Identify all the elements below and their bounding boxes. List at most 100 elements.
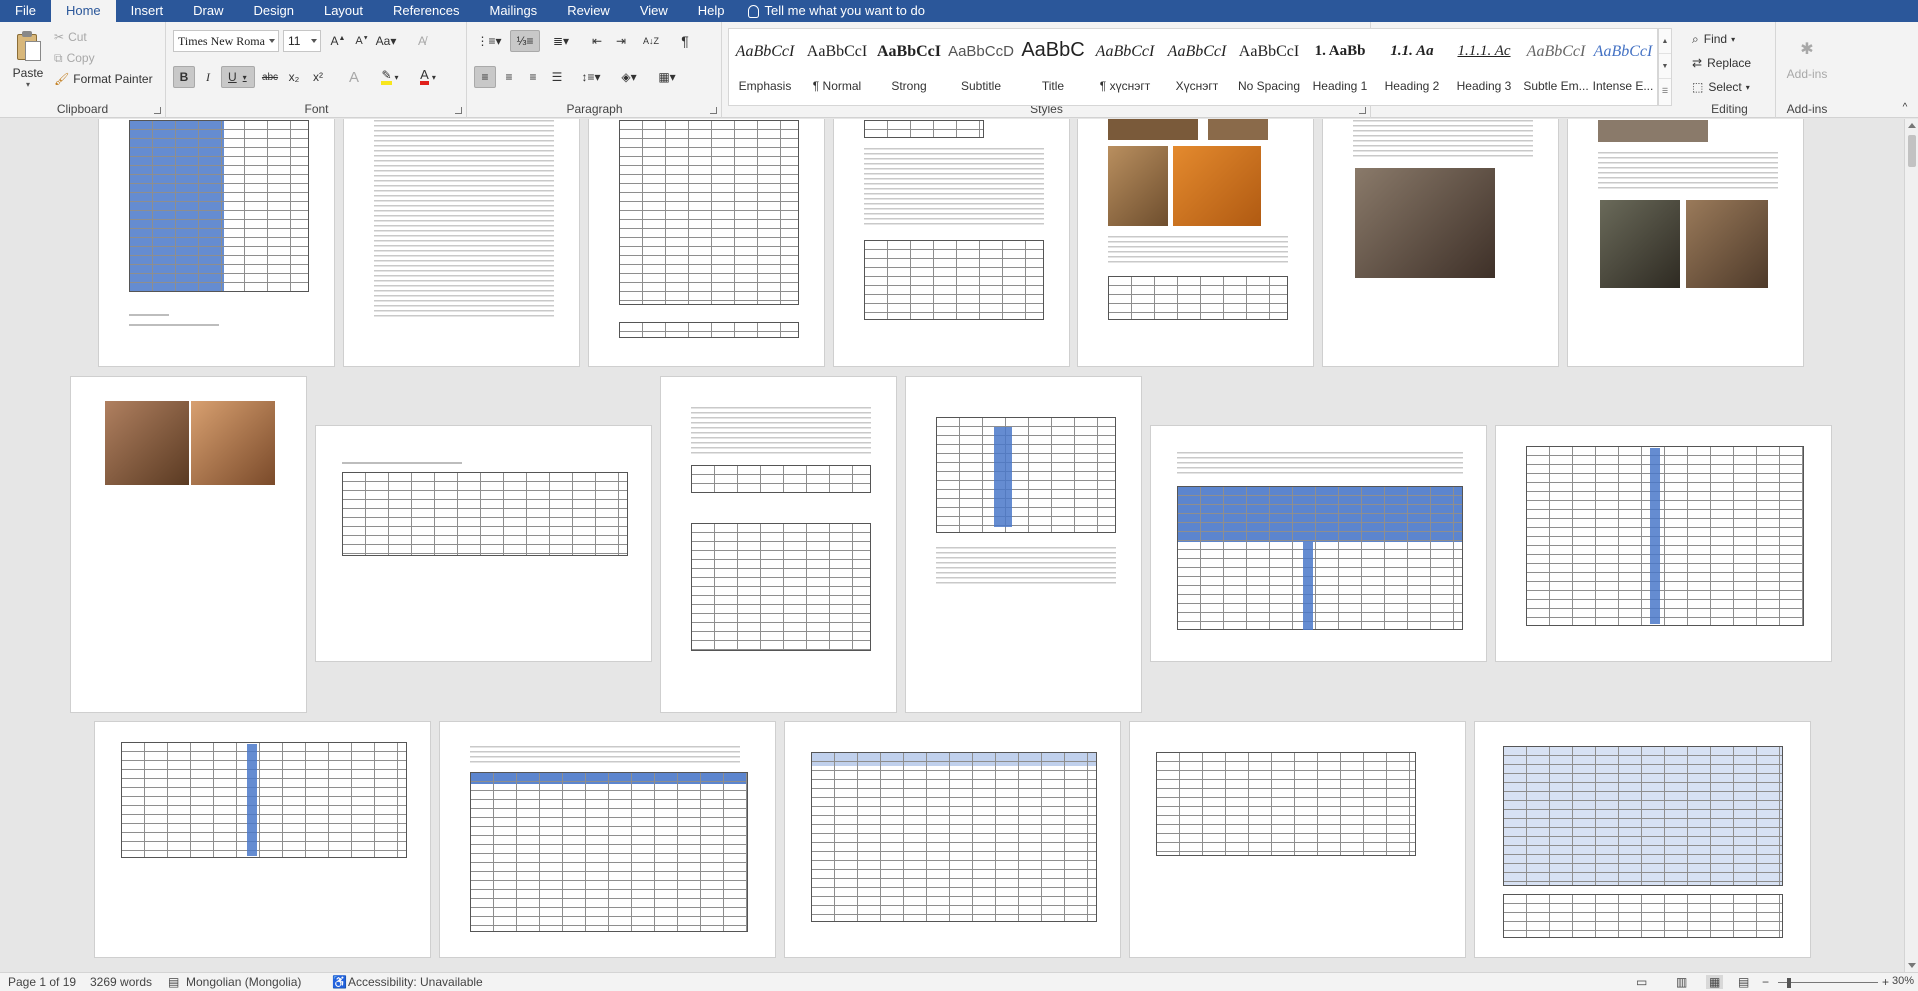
style-title[interactable]: AaBbC Title [1017, 29, 1089, 105]
paste-button[interactable]: Paste ▾ [8, 30, 48, 94]
style-heading-2[interactable]: 1.1. Aa Heading 2 [1376, 29, 1448, 105]
numbering-button[interactable]: ⅓≡ [510, 30, 540, 52]
read-mode-icon[interactable]: ▥ [1676, 975, 1687, 989]
font-color-button[interactable]: A ▾ [411, 66, 445, 88]
style-subtle-emphasis[interactable]: AaBbCcI Subtle Em... [1520, 29, 1592, 105]
document-page[interactable] [1567, 119, 1804, 367]
document-page-landscape[interactable] [315, 425, 652, 662]
format-painter-button[interactable]: 🖌 Format Painter [54, 70, 153, 88]
style-heading-3[interactable]: 1.1.1. Ac Heading 3 [1448, 29, 1520, 105]
style-no-spacing[interactable]: AaBbCcI No Spacing [1233, 29, 1305, 105]
page-count[interactable]: Page 1 of 19 [8, 975, 76, 989]
zoom-slider[interactable] [1778, 982, 1878, 983]
document-page[interactable] [660, 376, 897, 713]
text-effects-button[interactable]: A [343, 66, 365, 88]
bullets-button[interactable]: ⋮≡▾ [474, 30, 504, 52]
language-indicator[interactable]: Mongolian (Mongolia) [186, 975, 301, 989]
shading-button[interactable]: ◈▾ [614, 66, 644, 88]
style-strong[interactable]: AaBbCcI Strong [873, 29, 945, 105]
increase-indent-button[interactable]: ⇥ [610, 30, 632, 52]
styles-launcher-icon[interactable] [1359, 107, 1366, 114]
copy-button[interactable]: ⧉ Copy [54, 49, 95, 67]
align-center-button[interactable]: ≡ [498, 66, 520, 88]
collapse-ribbon-button[interactable]: ^ [1898, 100, 1912, 114]
tab-view[interactable]: View [625, 0, 683, 22]
tab-mailings[interactable]: Mailings [475, 0, 553, 22]
style-khusnegt[interactable]: AaBbCcI Хүснэгт [1161, 29, 1233, 105]
document-page-landscape[interactable] [784, 721, 1121, 958]
document-page-landscape[interactable] [1495, 425, 1832, 662]
tab-insert[interactable]: Insert [116, 0, 179, 22]
chevron-down-icon[interactable]: ▼ [1659, 54, 1671, 79]
font-family-select[interactable]: Times New Roma [173, 30, 279, 52]
tab-draw[interactable]: Draw [178, 0, 238, 22]
document-page[interactable] [70, 376, 307, 713]
scroll-up-icon[interactable] [1908, 123, 1916, 128]
zoom-slider-handle[interactable] [1787, 978, 1792, 988]
zoom-level[interactable]: 30% [1892, 975, 1914, 987]
document-page-landscape[interactable] [94, 721, 431, 958]
clear-formatting-button[interactable]: A̸ [411, 30, 433, 52]
zoom-in-icon[interactable]: + [1882, 975, 1889, 989]
gallery-scroll[interactable]: ▲ ▼ ☰ [1658, 28, 1672, 106]
italic-button[interactable]: I [197, 66, 219, 88]
bold-button[interactable]: B [173, 66, 195, 88]
document-area[interactable] [0, 119, 1904, 972]
document-page[interactable] [343, 119, 580, 367]
tab-file[interactable]: File [0, 0, 51, 22]
tab-layout[interactable]: Layout [309, 0, 378, 22]
sort-button[interactable]: A↓Z [640, 30, 662, 52]
zoom-out-icon[interactable]: − [1762, 975, 1769, 989]
document-page[interactable] [833, 119, 1070, 367]
font-size-select[interactable]: 11 [283, 30, 321, 52]
highlight-button[interactable]: ✎ ▾ [373, 66, 407, 88]
align-left-button[interactable]: ≡ [474, 66, 496, 88]
document-page-landscape[interactable] [439, 721, 776, 958]
web-layout-icon[interactable]: ▤ [1738, 975, 1749, 989]
print-layout-icon[interactable]: ▦ [1706, 975, 1724, 989]
tab-design[interactable]: Design [239, 0, 309, 22]
borders-button[interactable]: ▦▾ [652, 66, 682, 88]
change-case-button[interactable]: Aa▾ [375, 30, 397, 52]
document-page-landscape[interactable] [1150, 425, 1487, 662]
decrease-indent-button[interactable]: ⇤ [586, 30, 608, 52]
shrink-font-button[interactable]: A▼ [351, 30, 373, 52]
document-page[interactable] [1077, 119, 1314, 367]
replace-button[interactable]: ⇄ Replace [1692, 54, 1751, 72]
tell-me-search[interactable]: Tell me what you want to do [747, 0, 925, 22]
focus-mode-icon[interactable]: ▭ [1636, 975, 1647, 989]
cut-button[interactable]: ✂ Cut [54, 28, 87, 46]
proofing-icon[interactable]: ▤ [168, 975, 179, 989]
font-launcher-icon[interactable] [455, 107, 462, 114]
strikethrough-button[interactable]: abc [259, 66, 281, 88]
multilevel-list-button[interactable]: ≣▾ [546, 30, 576, 52]
word-count[interactable]: 3269 words [90, 975, 152, 989]
chevron-up-icon[interactable]: ▲ [1659, 29, 1671, 54]
style-heading-1[interactable]: 1. AaBb Heading 1 [1304, 29, 1376, 105]
tab-review[interactable]: Review [552, 0, 625, 22]
tab-home[interactable]: Home [50, 0, 116, 22]
style-normal[interactable]: AaBbCcI ¶ Normal [801, 29, 873, 105]
vertical-scrollbar[interactable] [1904, 119, 1918, 972]
subscript-button[interactable]: x₂ [283, 66, 305, 88]
paragraph-launcher-icon[interactable] [710, 107, 717, 114]
addins-button[interactable]: ✱ Add-ins [1781, 30, 1833, 90]
grow-font-button[interactable]: A▲ [327, 30, 349, 52]
more-styles-icon[interactable]: ☰ [1659, 79, 1671, 104]
align-right-button[interactable]: ≡ [522, 66, 544, 88]
clipboard-launcher-icon[interactable] [154, 107, 161, 114]
underline-button[interactable]: U ▾ [221, 66, 255, 88]
select-button[interactable]: ⬚ Select ▾ [1692, 78, 1750, 96]
document-page[interactable] [588, 119, 825, 367]
tab-references[interactable]: References [378, 0, 474, 22]
style-khusnegt-para[interactable]: AaBbCcI ¶ хүснэгт [1089, 29, 1161, 105]
tab-help[interactable]: Help [683, 0, 740, 22]
style-subtitle[interactable]: AaBbCcD Subtitle [945, 29, 1017, 105]
document-page[interactable] [1322, 119, 1559, 367]
style-intense-emphasis[interactable]: AaBbCcI Intense E... [1592, 29, 1654, 105]
superscript-button[interactable]: x² [307, 66, 329, 88]
scroll-thumb[interactable] [1908, 135, 1916, 167]
document-page[interactable] [98, 119, 335, 367]
document-page-landscape[interactable] [1474, 721, 1811, 958]
style-emphasis[interactable]: AaBbCcI Emphasis [729, 29, 801, 105]
